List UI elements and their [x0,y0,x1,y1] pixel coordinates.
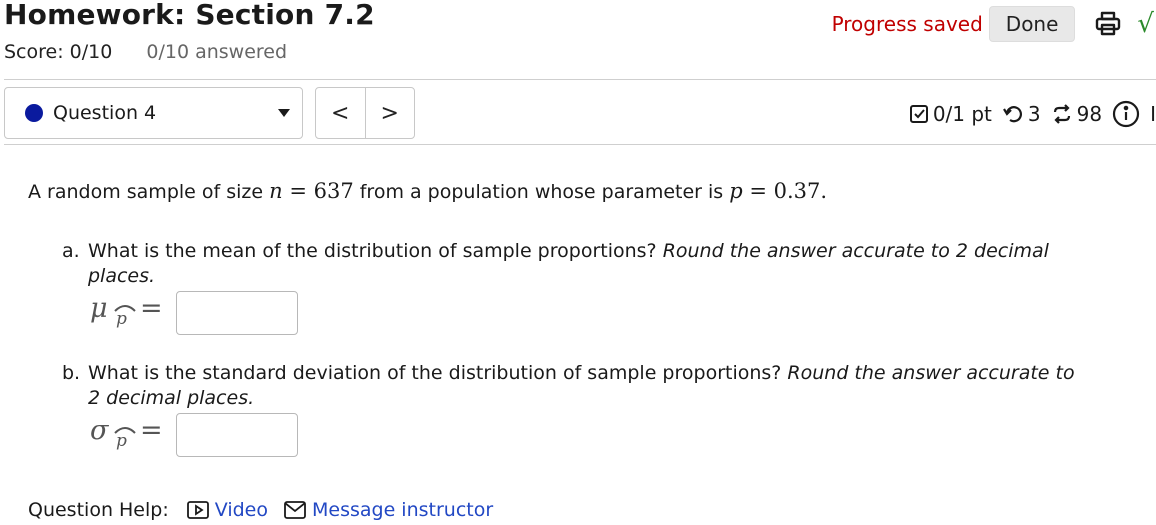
divider [4,79,1156,80]
sd-symbol: σ p = [88,413,176,457]
problem-text: . [820,179,828,203]
points-indicator: 0/1 pt [909,102,992,126]
header-actions: Progress saved Done √ [832,6,1156,42]
question-help: Question Help: Video Message instructor [28,499,509,521]
question-meta: 0/1 pt 3 98 I [899,98,1156,130]
equals-sign: = [140,415,163,446]
video-icon [186,501,209,519]
part-b: b. What is the standard deviation of the… [62,361,1092,411]
answered-count: 0/10 answered [146,41,288,63]
part-label: a. [62,240,80,262]
equals-sign: = [140,293,163,324]
done-button[interactable]: Done [988,6,1076,42]
part-question: What is the mean of the distribution of … [88,240,663,262]
info-icon[interactable] [1112,100,1144,128]
part-label: b. [62,362,81,384]
next-question-button[interactable]: > [364,88,415,138]
math-var-p: p [729,179,743,203]
p-hat-subscript: p [116,431,127,451]
math-var-n: n [269,179,283,203]
part-a: a. What is the mean of the distribution … [62,239,1092,289]
repeat-icon [1053,104,1070,124]
video-link-label: Video [214,499,268,521]
problem-statement: A random sample of size n = 637 from a p… [28,179,827,203]
sample-size-value: 637 [313,179,354,203]
question-nav: < > [315,87,415,139]
checkbox-icon [909,105,928,123]
retries-indicator: 3 [1002,102,1041,126]
undo-icon [1002,106,1022,123]
sigma-symbol: σ [90,415,109,446]
submissions-count: 98 [1076,102,1103,126]
previous-question-button[interactable]: < [316,88,365,138]
progress-saved-status: Progress saved [831,12,983,36]
problem-text: from a population whose parameter is [353,181,730,203]
homework-title: Homework: Section 7.2 [4,0,375,31]
question-help-label: Question Help: [28,499,169,521]
math-palette-icon[interactable]: √ [1137,9,1154,39]
chevron-down-icon [278,109,290,117]
question-status-dot [25,104,43,122]
points-label: 0/1 pt [932,102,992,126]
submissions-indicator: 98 [1051,102,1102,126]
question-selector[interactable]: Question 4 [4,87,303,139]
p-hat-subscript: p [116,309,127,329]
score: Score: 0/10 [4,41,113,63]
math-equals: = [742,179,774,203]
message-instructor-link[interactable]: Message instructor [284,499,493,521]
more-actions-cutoff[interactable]: I [1150,102,1156,126]
parameter-value: 0.37 [773,179,821,203]
divider [4,144,1156,145]
sd-answer-input[interactable] [176,413,298,457]
score-line: Score: 0/10 0/10 answered [4,41,287,63]
answer-row-sd: σ p = [88,413,298,457]
message-instructor-label: Message instructor [311,499,494,521]
mean-symbol: μ p = [88,291,176,335]
math-equals: = [282,179,314,203]
mean-answer-input[interactable] [176,291,298,335]
part-question: What is the standard deviation of the di… [88,362,788,384]
retries-count: 3 [1027,102,1041,126]
video-link[interactable]: Video [186,499,268,521]
printer-icon[interactable] [1093,9,1123,39]
mail-icon [284,501,306,519]
answer-row-mean: μ p = [88,291,298,335]
question-selector-label: Question 4 [53,102,157,124]
problem-text: A random sample of size [28,181,270,203]
mu-symbol: μ [90,293,108,324]
